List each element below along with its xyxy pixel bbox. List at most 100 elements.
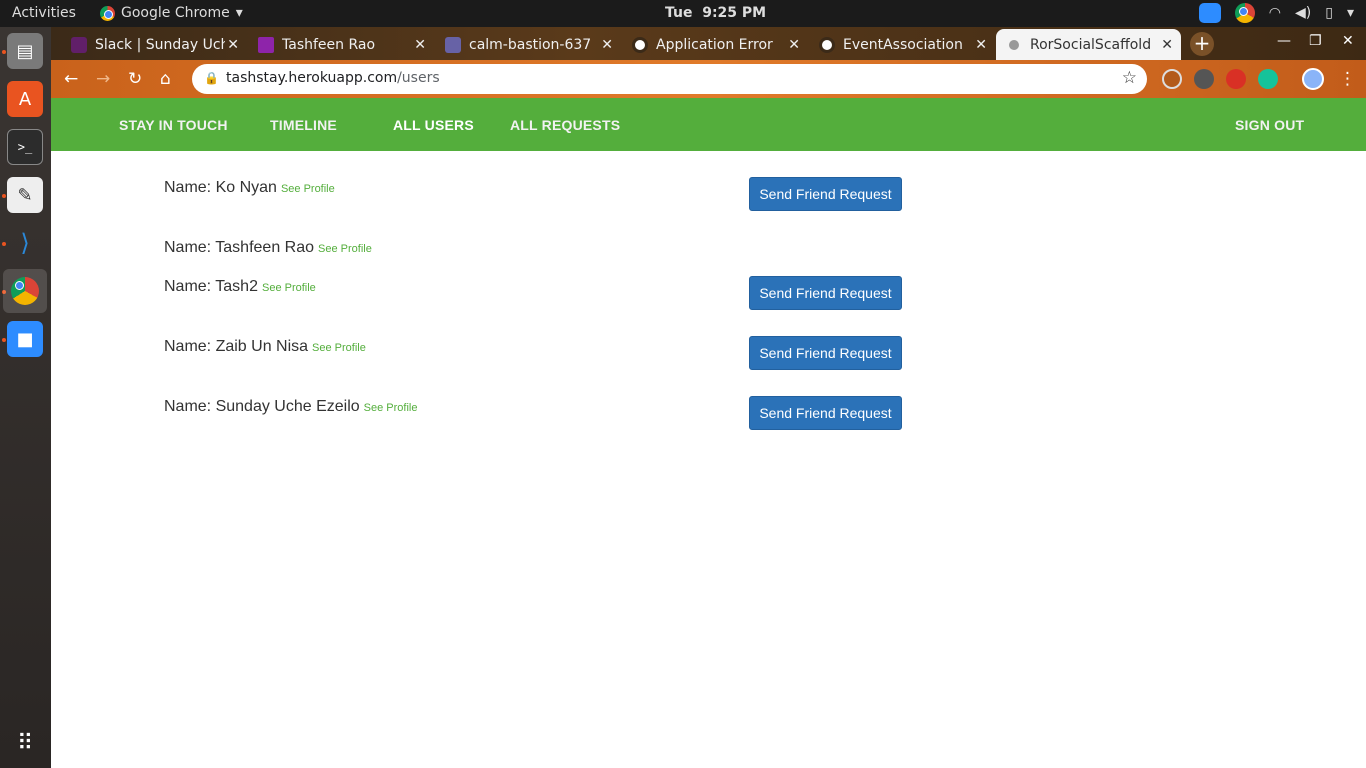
list-item: Name: Tash2 See Profile <box>164 278 316 296</box>
running-indicator <box>2 242 6 246</box>
app-menu[interactable]: Google Chrome ▾ <box>100 5 243 21</box>
avatar[interactable] <box>1302 68 1324 90</box>
nav-all-requests[interactable]: ALL REQUESTS <box>510 117 620 133</box>
chrome-icon <box>100 5 115 21</box>
home-icon[interactable]: ⌂ <box>160 69 171 89</box>
extension-icon[interactable] <box>1194 69 1214 89</box>
tab-label: Application Error <box>656 36 773 53</box>
chevron-down-icon: ▾ <box>235 5 243 21</box>
tab-strip: Slack | Sunday Uch ✕ Tashfeen Rao ✕ calm… <box>51 27 1366 60</box>
volume-icon[interactable]: ◀) <box>1295 5 1311 21</box>
nav-stay-in-touch[interactable]: STAY IN TOUCH <box>119 117 228 133</box>
profile-favicon-icon <box>258 36 274 53</box>
list-item: Name: Zaib Un Nisa See Profile <box>164 338 366 356</box>
url-text[interactable]: tashstay.herokuapp.com/users <box>226 70 440 86</box>
system-tray[interactable]: ◠ ◀) ▯ ▾ <box>1198 3 1354 23</box>
nav-sign-out[interactable]: SIGN OUT <box>1235 117 1304 133</box>
show-applications-icon[interactable]: ⠿ <box>7 725 43 761</box>
dock: ▤ A >_ ✎ ⟩ ■ ⠿ <box>0 27 51 768</box>
extension-badge-icon[interactable] <box>1226 69 1246 89</box>
user-name: Name: Sunday Uche Ezeilo <box>164 398 360 415</box>
zoom-icon[interactable]: ■ <box>7 321 43 357</box>
list-item: Name: Ko Nyan See Profile <box>164 179 335 197</box>
extension-icon[interactable] <box>1162 69 1182 89</box>
heroku-icon <box>445 36 461 53</box>
url-path: /users <box>397 70 440 86</box>
send-friend-request-button[interactable]: Send Friend Request <box>749 177 902 211</box>
user-name: Name: Tashfeen Rao <box>164 239 315 256</box>
user-name: Name: Zaib Un Nisa <box>164 338 309 355</box>
tab-event-association[interactable]: EventAssociation ✕ <box>809 29 995 60</box>
tab-application-error[interactable]: Application Error ✕ <box>622 29 808 60</box>
zoom-tray-icon[interactable] <box>1198 3 1221 23</box>
tab-heroku[interactable]: calm-bastion-637 ✕ <box>435 29 621 60</box>
list-item: Name: Tashfeen Rao See Profile <box>164 239 372 257</box>
close-icon[interactable]: ✕ <box>414 37 426 53</box>
grammarly-icon[interactable] <box>1258 69 1278 89</box>
nav-all-users[interactable]: ALL USERS <box>393 117 474 133</box>
system-top-bar: Activities Google Chrome ▾ Tue 9:25 PM ◠… <box>0 0 1366 27</box>
user-name: Name: Ko Nyan <box>164 179 277 196</box>
restore-icon[interactable]: ❐ <box>1309 33 1322 49</box>
close-icon[interactable]: ✕ <box>1161 37 1173 53</box>
web-page: STAY IN TOUCH TIMELINE ALL USERS ALL REQ… <box>51 98 1366 768</box>
terminal-icon[interactable]: >_ <box>7 129 43 165</box>
battery-icon[interactable]: ▯ <box>1325 5 1333 21</box>
chrome-icon <box>11 277 39 305</box>
tab-label: EventAssociation <box>843 36 963 53</box>
user-name: Name: Tash2 <box>164 278 258 295</box>
wifi-icon[interactable]: ◠ <box>1269 5 1281 21</box>
reload-icon[interactable]: ↻ <box>128 69 142 89</box>
new-tab-button[interactable]: + <box>1190 32 1214 56</box>
nav-timeline[interactable]: TIMELINE <box>270 117 337 133</box>
site-navbar: STAY IN TOUCH TIMELINE ALL USERS ALL REQ… <box>51 98 1366 151</box>
tab-label: Slack | Sunday Uch <box>95 36 225 53</box>
chrome-dock-icon[interactable] <box>3 269 47 313</box>
files-icon[interactable]: ▤ <box>7 33 43 69</box>
globe-icon <box>632 36 648 53</box>
menu-dots-icon[interactable]: ⋮ <box>1339 69 1356 89</box>
close-icon[interactable]: ✕ <box>975 37 987 53</box>
app-menu-label: Google Chrome <box>121 5 230 21</box>
forward-icon[interactable]: → <box>96 69 110 89</box>
running-indicator <box>2 50 6 54</box>
close-window-icon[interactable]: ✕ <box>1342 33 1354 49</box>
vscode-icon[interactable]: ⟩ <box>7 225 43 261</box>
activities-button[interactable]: Activities <box>12 5 76 21</box>
minimize-icon[interactable]: — <box>1277 33 1291 49</box>
globe-icon <box>819 36 835 53</box>
clock[interactable]: Tue 9:25 PM <box>665 5 766 21</box>
see-profile-link[interactable]: See Profile <box>364 402 418 414</box>
see-profile-link[interactable]: See Profile <box>262 282 316 294</box>
text-editor-icon[interactable]: ✎ <box>7 177 43 213</box>
software-center-icon[interactable]: A <box>7 81 43 117</box>
chrome-tray-icon[interactable] <box>1234 3 1255 23</box>
tab-tashfeen-rao[interactable]: Tashfeen Rao ✕ <box>248 29 434 60</box>
browser-toolbar: ← → ↻ ⌂ 🔒 tashstay.herokuapp.com/users ☆… <box>51 60 1366 98</box>
tab-label: calm-bastion-637 <box>469 36 592 53</box>
see-profile-link[interactable]: See Profile <box>318 243 372 255</box>
see-profile-link[interactable]: See Profile <box>281 183 335 195</box>
bookmark-star-icon[interactable]: ☆ <box>1122 68 1137 88</box>
close-icon[interactable]: ✕ <box>227 37 239 53</box>
globe-icon <box>1006 36 1022 53</box>
slack-icon <box>71 36 87 53</box>
send-friend-request-button[interactable]: Send Friend Request <box>749 396 902 430</box>
tab-slack[interactable]: Slack | Sunday Uch ✕ <box>61 29 247 60</box>
tab-label: Tashfeen Rao <box>282 36 376 53</box>
list-item: Name: Sunday Uche Ezeilo See Profile <box>164 398 417 416</box>
close-icon[interactable]: ✕ <box>601 37 613 53</box>
see-profile-link[interactable]: See Profile <box>312 342 366 354</box>
running-indicator <box>2 338 6 342</box>
lock-icon[interactable]: 🔒 <box>204 71 219 85</box>
address-bar[interactable]: 🔒 tashstay.herokuapp.com/users ☆ <box>192 64 1147 94</box>
url-host: tashstay.herokuapp.com <box>226 70 398 86</box>
send-friend-request-button[interactable]: Send Friend Request <box>749 276 902 310</box>
tab-label: RorSocialScaffold <box>1030 36 1152 53</box>
tab-ror-social-scaffold[interactable]: RorSocialScaffold ✕ <box>996 29 1181 60</box>
send-friend-request-button[interactable]: Send Friend Request <box>749 336 902 370</box>
back-icon[interactable]: ← <box>64 69 78 89</box>
chevron-down-icon[interactable]: ▾ <box>1347 5 1354 21</box>
running-indicator <box>2 194 6 198</box>
close-icon[interactable]: ✕ <box>788 37 800 53</box>
